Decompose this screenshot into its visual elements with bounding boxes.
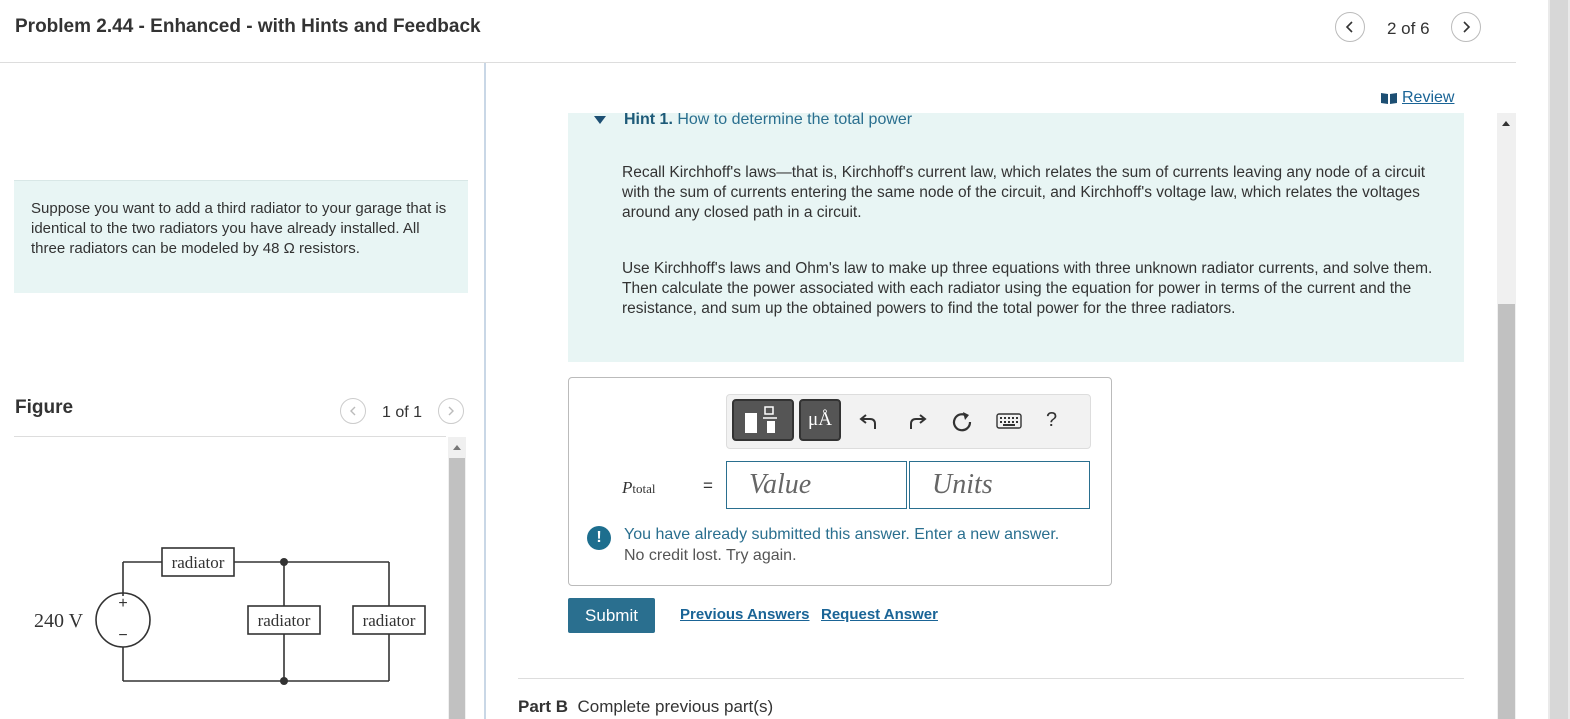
undo-icon xyxy=(859,414,876,429)
chevron-left-icon xyxy=(1345,21,1353,33)
chevron-right-icon xyxy=(448,406,454,416)
keyboard-button[interactable] xyxy=(994,408,1024,434)
page-scrollbar-thumb[interactable] xyxy=(1550,0,1568,719)
redo-icon xyxy=(910,414,927,429)
help-button[interactable]: ? xyxy=(1046,409,1057,432)
figure-scrollbar-thumb[interactable] xyxy=(449,458,465,719)
undo-button[interactable] xyxy=(856,408,882,434)
part-b-status: Complete previous part(s) xyxy=(577,697,774,716)
figure-heading: Figure xyxy=(15,397,74,418)
feedback-submessage: No credit lost. Try again. xyxy=(624,547,797,564)
chevron-left-icon xyxy=(350,406,356,416)
part-b-header[interactable]: Part B Complete previous part(s) xyxy=(518,697,773,717)
hint-title: How to determine the total power xyxy=(677,111,913,128)
units-button[interactable]: μÅ xyxy=(799,399,841,441)
part-b-divider xyxy=(518,678,1464,679)
scroll-up-arrow-icon[interactable] xyxy=(451,442,463,452)
hint-collapse-triangle-icon[interactable] xyxy=(593,115,607,125)
part-b-label: Part B xyxy=(518,697,569,716)
circuit-node-top xyxy=(280,558,288,566)
page-title: Problem 2.44 - Enhanced - with Hints and… xyxy=(15,16,481,37)
panel-divider[interactable] xyxy=(484,63,486,719)
answer-variable-label: Ptotal xyxy=(622,478,656,497)
units-input[interactable]: Units xyxy=(909,461,1090,509)
review-link[interactable]: Review xyxy=(1380,89,1454,107)
radiator-label-3: radiator xyxy=(363,611,416,630)
figure-prev-button[interactable] xyxy=(340,398,366,424)
scroll-up-arrow-icon[interactable] xyxy=(1500,118,1512,128)
reset-button[interactable] xyxy=(949,408,975,434)
previous-problem-button[interactable] xyxy=(1335,12,1365,42)
radiator-label-2: radiator xyxy=(258,611,311,630)
alert-icon: ! xyxy=(587,526,611,550)
redo-button[interactable] xyxy=(904,408,930,434)
submit-button[interactable]: Submit xyxy=(568,598,655,633)
book-icon xyxy=(1381,93,1397,104)
problem-pager: 2 of 6 xyxy=(1387,19,1430,38)
problem-statement: Suppose you want to add a third radiator… xyxy=(31,200,447,257)
review-label: Review xyxy=(1402,89,1455,106)
source-minus: − xyxy=(118,627,127,644)
next-problem-button[interactable] xyxy=(1451,12,1481,42)
templates-button[interactable] xyxy=(732,399,794,441)
reset-icon xyxy=(952,412,972,432)
hint-panel xyxy=(568,113,1464,362)
hint-toggle[interactable]: Hint 1. How to determine the total power xyxy=(624,111,912,129)
circuit-diagram: + − 240 V radiator radiator radiator xyxy=(34,547,426,685)
radiator-label-1: radiator xyxy=(172,553,225,572)
request-answer-link[interactable]: Request Answer xyxy=(821,606,938,623)
chevron-right-icon xyxy=(1463,21,1471,33)
source-plus: + xyxy=(118,595,127,612)
circuit-node-bottom xyxy=(280,677,288,685)
previous-answers-link[interactable]: Previous Answers xyxy=(680,606,810,623)
feedback-message: You have already submitted this answer. … xyxy=(624,526,1060,543)
hint-paragraph-1: Recall Kirchhoff's laws—that is, Kirchho… xyxy=(622,164,1426,221)
figure-divider xyxy=(14,436,446,437)
figure-next-button[interactable] xyxy=(438,398,464,424)
hint-paragraph-2: Use Kirchhoff's laws and Ohm's law to ma… xyxy=(622,260,1433,317)
figure-pager: 1 of 1 xyxy=(382,404,423,421)
value-input[interactable]: Value xyxy=(726,461,907,509)
templates-icon xyxy=(745,406,777,433)
source-voltage-label: 240 V xyxy=(34,610,84,632)
keyboard-icon xyxy=(996,413,1022,429)
content-scrollbar-thumb[interactable] xyxy=(1498,304,1515,719)
equals-sign: = xyxy=(703,476,713,495)
hint-number: Hint 1. xyxy=(624,111,673,128)
